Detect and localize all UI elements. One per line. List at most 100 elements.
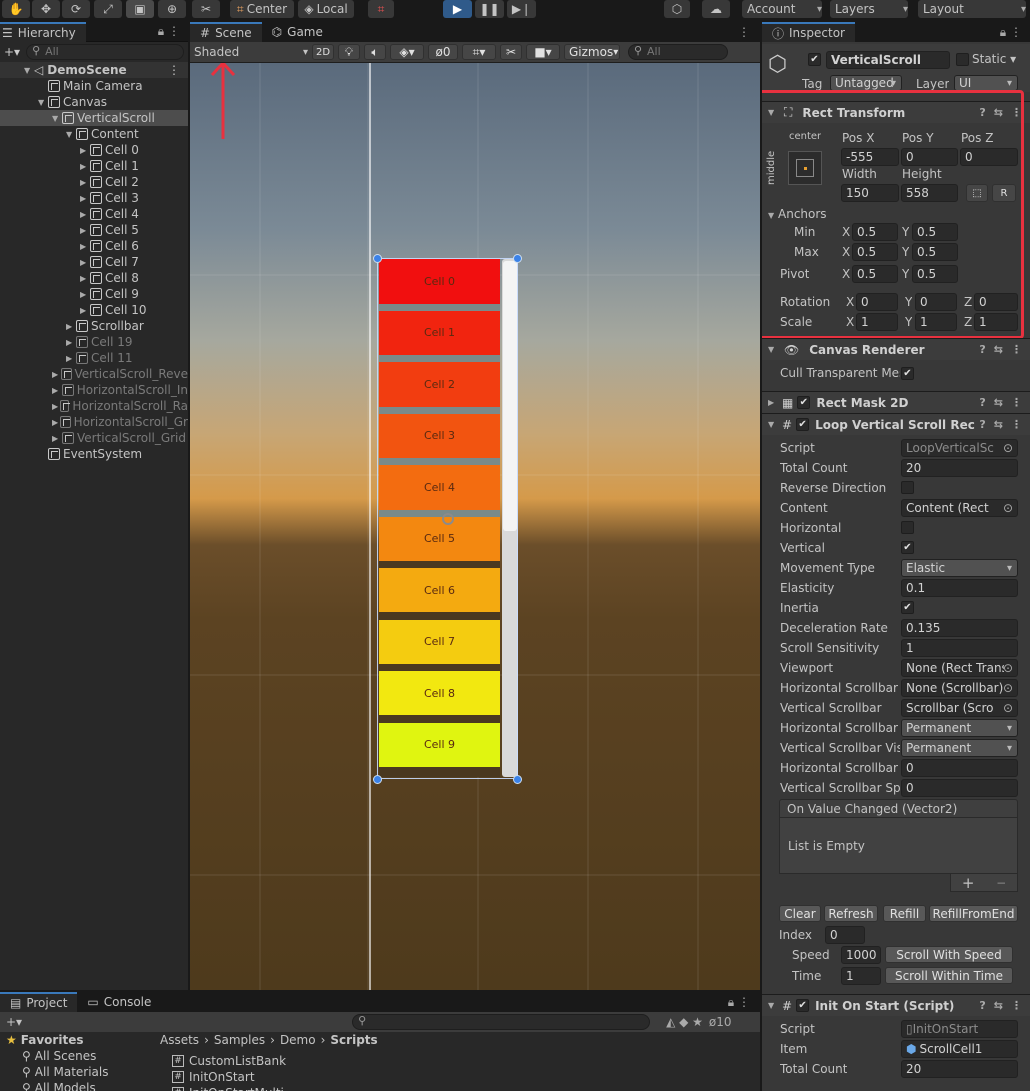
expand-arrow-icon[interactable]: ▶ [80,162,90,171]
init-on-start-header[interactable]: ▼ # ✔ Init On Start (Script) ?⇆⋮ [762,994,1030,1016]
file-item[interactable]: # InitOnStart [172,1069,286,1085]
tab-hierarchy[interactable]: ☰ Hierarchy [0,21,86,42]
hierarchy-item[interactable]: ▶ Cell 6 [0,238,188,254]
refill-button[interactable]: Refill [883,905,926,922]
file-item[interactable]: # CustomListBank [172,1053,286,1069]
tab-game[interactable]: ⌬ Game [262,22,333,42]
expand-arrow-icon[interactable]: ▶ [80,258,90,267]
tab-project[interactable]: ▤ Project [0,992,78,1012]
object-picker-icon[interactable]: ⊙ [1003,441,1013,455]
hierarchy-item[interactable]: ▶ Cell 3 [0,190,188,206]
custom-tool-icon[interactable]: ✂ [192,0,220,18]
speed-field[interactable]: 1000 [841,946,881,964]
layer-dropdown[interactable]: UI [954,75,1018,91]
lighting-toggle-icon[interactable]: 💡︎ [338,44,360,60]
property-field[interactable]: 1 [901,639,1018,657]
hierarchy-item[interactable]: ▶ HorizontalScroll_Gr [0,414,188,430]
event-remove-button[interactable]: − [996,876,1006,890]
transform-tool-icon[interactable]: ⊕ [158,0,186,18]
tab-inspector[interactable]: ⓘ Inspector [762,22,855,42]
breadcrumb-item[interactable]: Demo [280,1033,316,1047]
hierarchy-item[interactable]: ▶ HorizontalScroll_In [0,382,188,398]
shading-mode-dropdown[interactable]: Shaded ▾ [190,43,308,61]
project-lock-icon[interactable]: 🔒︎ ⋮ [728,995,750,1010]
play-button[interactable]: ▶ [443,0,472,18]
hierarchy-item[interactable]: ▶ Cell 2 [0,174,188,190]
expand-arrow-icon[interactable]: ▶ [66,338,76,347]
hidden-packages-toggle[interactable]: ø10 [709,1015,732,1029]
property-field[interactable]: 0 [901,779,1018,797]
hierarchy-item[interactable]: ▶ Cell 9 [0,286,188,302]
step-button[interactable]: ▶❘ [507,0,536,18]
gizmos-dropdown[interactable]: Gizmos ▾ [564,44,620,60]
expand-arrow-icon[interactable]: ▼ [52,114,62,123]
object-field[interactable]: Content (Rect ⊙ [901,499,1018,517]
expand-arrow-icon[interactable]: ▼ [24,66,34,75]
init-on-start-enabled-checkbox[interactable]: ✔ [796,999,810,1012]
hierarchy-item[interactable]: ▶ VerticalScroll_Grid [0,430,188,446]
move-tool-icon[interactable]: ✥ [32,0,60,18]
effects-dropdown-icon[interactable]: ◈▾ [390,44,424,60]
hierarchy-item[interactable]: ▶ Cell 10 [0,302,188,318]
favorites-item[interactable]: ★ Favorites [0,1032,156,1048]
hierarchy-item[interactable]: EventSystem [0,446,188,462]
expand-arrow-icon[interactable]: ▶ [66,322,76,331]
loop-scroll-enabled-checkbox[interactable]: ✔ [796,418,810,431]
property-dropdown[interactable]: Permanent [901,739,1018,757]
static-checkbox[interactable] [956,53,969,66]
tab-console[interactable]: ▭ Console [77,992,161,1012]
audio-toggle-icon[interactable]: 🔈︎ [364,44,386,60]
component-actions-icon[interactable]: ?⇆⋮ [979,343,1030,356]
init-item-field[interactable]: ⬢ ScrollCell1 [901,1040,1018,1058]
hierarchy-item[interactable]: ▶ Cell 19 [0,334,188,350]
scene-search-input[interactable]: All [628,44,728,60]
refill-from-end-button[interactable]: RefillFromEnd [929,905,1018,922]
hierarchy-item[interactable]: ▶ Cell 0 [0,142,188,158]
favorites-item[interactable]: ⚲ All Materials [0,1064,156,1080]
layers-dropdown[interactable]: Layers [830,0,908,18]
rect-handle-tl[interactable] [373,254,382,263]
expand-arrow-icon[interactable]: ▶ [80,178,90,187]
property-field[interactable]: 0.135 [901,619,1018,637]
object-picker-icon[interactable]: ⊙ [1003,661,1013,675]
breadcrumb-item[interactable]: Scripts [330,1033,377,1047]
object-picker-icon[interactable]: ⊙ [1003,681,1013,695]
property-checkbox[interactable]: ✔ [901,601,914,614]
event-add-button[interactable]: + [962,874,975,892]
clear-button[interactable]: Clear [779,905,821,922]
rect-tool-icon[interactable]: ▣ [126,0,154,18]
scene-root-item[interactable]: ▼ ◁ DemoScene ⋮ [0,62,188,78]
pivot-center-toggle[interactable]: ⌗ Center [230,0,294,18]
scale-tool-icon[interactable]: ⤢ [94,0,122,18]
pivot-local-toggle[interactable]: ◈ Local [298,0,354,18]
property-checkbox[interactable] [901,521,914,534]
scene-menu-icon[interactable]: ⋮ [168,63,180,77]
component-actions-icon[interactable]: ?⇆⋮ [979,999,1030,1012]
property-checkbox[interactable]: ✔ [901,541,914,554]
tab-scene[interactable]: # Scene [190,22,262,42]
expand-arrow-icon[interactable]: ▶ [52,402,60,411]
grid-dropdown-icon[interactable]: ⌗▾ [462,44,496,60]
favorites-item[interactable]: ⚲ All Models [0,1080,156,1091]
active-checkbox[interactable]: ✔ [808,53,821,66]
rect-mask-header[interactable]: ▶ ▦ ✔ Rect Mask 2D ?⇆⋮ [762,391,1030,413]
layout-dropdown[interactable]: Layout [918,0,1026,18]
property-dropdown[interactable]: Permanent [901,719,1018,737]
expand-arrow-icon[interactable]: ▼ [66,130,76,139]
expand-arrow-icon[interactable]: ▶ [80,306,90,315]
property-field[interactable]: 0 [901,759,1018,777]
expand-arrow-icon[interactable]: ▶ [80,210,90,219]
cull-transparent-checkbox[interactable]: ✔ [901,367,914,380]
hierarchy-item[interactable]: ▶ Cell 11 [0,350,188,366]
favorites-item[interactable]: ⚲ All Scenes [0,1048,156,1064]
expand-arrow-icon[interactable]: ▶ [80,194,90,203]
expand-arrow-icon[interactable]: ▶ [52,386,62,395]
collapse-arrow-icon[interactable]: ▶ [768,398,778,407]
expand-arrow-icon[interactable]: ▶ [80,146,90,155]
expand-arrow-icon[interactable]: ▼ [768,1001,778,1010]
hierarchy-item[interactable]: ▼ Content [0,126,188,142]
hierarchy-item[interactable]: ▶ Cell 7 [0,254,188,270]
hierarchy-item[interactable]: ▶ Cell 8 [0,270,188,286]
property-field[interactable]: 0.1 [901,579,1018,597]
canvas-renderer-header[interactable]: ▼ 👁︎ Canvas Renderer ?⇆⋮ [762,338,1030,360]
